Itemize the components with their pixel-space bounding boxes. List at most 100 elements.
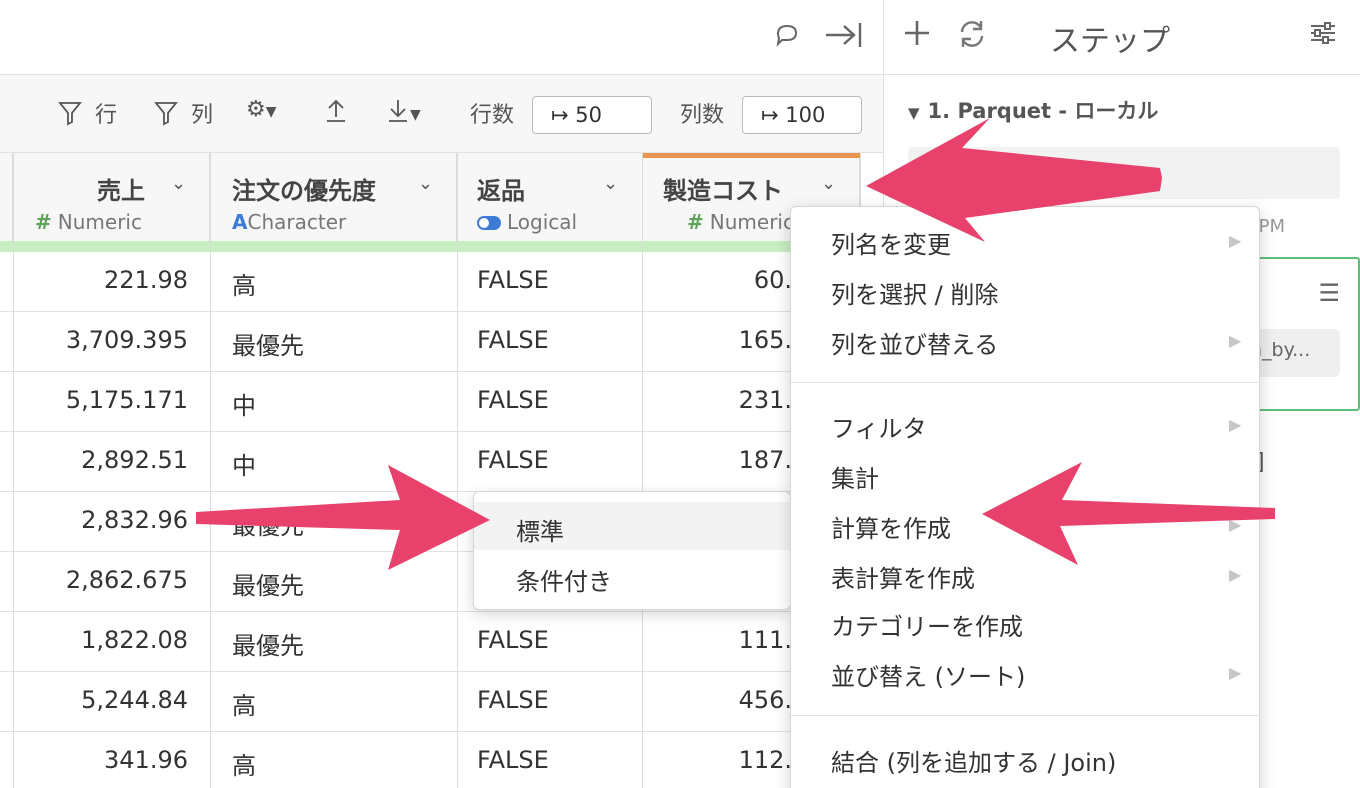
cell-sales: 2,832.96 bbox=[81, 506, 188, 534]
filter-icon bbox=[154, 102, 178, 126]
column-name: 注文の優先度 bbox=[232, 177, 376, 205]
cell-sales: 5,244.84 bbox=[81, 686, 188, 714]
cell-returned: FALSE bbox=[477, 686, 549, 714]
col-filter-button[interactable]: 列 bbox=[154, 97, 213, 129]
cell-cost: 165. bbox=[738, 326, 792, 354]
chevron-down-icon[interactable]: ⌄ bbox=[603, 173, 618, 194]
plus-icon[interactable] bbox=[902, 18, 932, 57]
character-type-icon: A bbox=[232, 210, 248, 234]
cell-returned: FALSE bbox=[477, 266, 549, 294]
cell-priority: 高 bbox=[232, 272, 256, 300]
sliders-icon[interactable] bbox=[1308, 18, 1338, 57]
cell-sales: 2,892.51 bbox=[81, 446, 188, 474]
speech-bubble-icon[interactable] bbox=[772, 20, 802, 58]
refresh-icon[interactable] bbox=[956, 18, 988, 59]
chevron-down-icon[interactable]: ⌄ bbox=[418, 173, 433, 194]
submenu-arrow-icon: ▶ bbox=[1229, 663, 1242, 682]
quality-bar bbox=[0, 241, 860, 252]
step-1-source[interactable]: ...R1.parquet bbox=[908, 147, 1340, 199]
column-header-priority[interactable]: 注文の優先度 ⌄ ACharacter bbox=[210, 153, 457, 241]
rows-input[interactable]: ↦ 50 bbox=[532, 96, 652, 134]
column-divider bbox=[210, 153, 211, 788]
cell-cost: 60. bbox=[753, 266, 792, 294]
row-index-header bbox=[0, 153, 13, 241]
cell-returned: FALSE bbox=[477, 386, 549, 414]
cell-priority: 中 bbox=[232, 392, 256, 420]
gear-icon: ⚙ bbox=[246, 97, 266, 122]
steps-header: ステップ bbox=[884, 0, 1360, 75]
column-divider bbox=[13, 153, 14, 788]
cell-sales: 341.96 bbox=[104, 746, 188, 774]
caret-down-icon: ▼ bbox=[265, 104, 277, 120]
filter-icon bbox=[58, 102, 82, 126]
cell-returned: FALSE bbox=[477, 446, 549, 474]
cell-priority: 最優先 bbox=[232, 632, 304, 660]
cell-sales: 3,709.395 bbox=[65, 326, 188, 354]
submenu-item-standard[interactable]: 標準 bbox=[516, 512, 564, 547]
menu-item[interactable]: カテゴリーを作成 bbox=[831, 607, 1023, 642]
menu-item[interactable]: 結合 (列を追加する / Join) bbox=[831, 743, 1116, 778]
chevron-down-icon[interactable]: ⌄ bbox=[171, 173, 186, 194]
step-1-header[interactable]: ▼ 1. Parquet - ローカル bbox=[908, 95, 1158, 125]
cell-returned: FALSE bbox=[477, 746, 549, 774]
column-type: Numeric bbox=[57, 210, 142, 234]
data-toolbar: 行 列 ⚙▼ ▼ 行数 ↦ 50 列数 ↦ 100 bbox=[0, 75, 883, 153]
menu-item[interactable]: 表計算を作成 bbox=[831, 559, 975, 594]
cell-sales: 221.98 bbox=[104, 266, 188, 294]
col-filter-label: 列 bbox=[191, 103, 214, 128]
cell-cost: 456. bbox=[738, 686, 792, 714]
submenu-item-conditional[interactable]: 条件付き bbox=[516, 562, 612, 597]
top-bar bbox=[0, 0, 883, 75]
menu-item[interactable]: 集計 bbox=[831, 459, 879, 494]
column-name: 売上 bbox=[97, 177, 145, 205]
column-type: Character bbox=[247, 210, 347, 234]
menu-item[interactable]: 並び替え (ソート) bbox=[831, 657, 1025, 692]
cell-returned: FALSE bbox=[477, 626, 549, 654]
menu-item[interactable]: フィルタ bbox=[831, 409, 927, 444]
menu-item[interactable]: 列を並び替える bbox=[831, 325, 998, 360]
cell-priority: 最優先 bbox=[232, 512, 304, 540]
row-filter-button[interactable]: 行 bbox=[58, 97, 117, 129]
cell-cost: 231. bbox=[738, 386, 792, 414]
submenu-arrow-icon: ▶ bbox=[1229, 565, 1242, 584]
cell-cost: 111. bbox=[738, 626, 792, 654]
menu-item[interactable]: 計算を作成 bbox=[831, 509, 951, 544]
column-divider bbox=[642, 153, 643, 788]
step-1-file: ...R1.parquet bbox=[978, 159, 1102, 181]
step-1-title: 1. Parquet - ローカル bbox=[927, 99, 1159, 123]
column-name: 返品 bbox=[477, 177, 525, 205]
cell-priority: 最優先 bbox=[232, 572, 304, 600]
submenu-arrow-icon: ▶ bbox=[1229, 231, 1242, 250]
cols-label: 列数 bbox=[680, 103, 725, 128]
cols-input[interactable]: ↦ 100 bbox=[742, 96, 862, 134]
table-row: 341.96 高 FALSE 112. bbox=[0, 732, 860, 788]
submenu-arrow-icon: ▶ bbox=[1229, 331, 1242, 350]
column-header-returned[interactable]: 返品 ⌄ Logical bbox=[457, 153, 643, 241]
table-row: 3,709.395 最優先 FALSE 165. bbox=[0, 312, 860, 372]
column-header-sales[interactable]: 売上 ⌄ # Numeric bbox=[13, 153, 210, 241]
menu-divider bbox=[791, 382, 1261, 383]
cell-sales: 5,175.171 bbox=[65, 386, 188, 414]
table-row: 5,175.171 中 FALSE 231. bbox=[0, 372, 860, 432]
cell-priority: 最優先 bbox=[232, 332, 304, 360]
column-name: 製造コスト bbox=[663, 177, 783, 205]
menu-item[interactable]: 列名を変更 bbox=[831, 225, 951, 260]
steps-title: ステップ bbox=[1050, 24, 1170, 59]
rows-label: 行数 bbox=[470, 103, 515, 128]
download-dropdown[interactable]: ▼ bbox=[386, 97, 421, 125]
column-type: Logical bbox=[507, 210, 578, 234]
collapse-right-icon[interactable] bbox=[822, 20, 864, 58]
submenu-arrow-icon: ▶ bbox=[1229, 415, 1242, 434]
menu-item[interactable]: 列を選択 / 削除 bbox=[831, 275, 998, 310]
toggle-type-icon bbox=[477, 216, 501, 230]
cell-priority: 中 bbox=[232, 452, 256, 480]
table-row: 221.98 高 FALSE 60. bbox=[0, 252, 860, 312]
chevron-down-icon[interactable]: ⌄ bbox=[821, 173, 836, 194]
upload-icon[interactable] bbox=[324, 97, 348, 129]
column-context-menu: 列名を変更 ▶ 列を選択 / 削除 列を並び替える ▶ フィルタ ▶ 集計計算を作成 ▶ 表計算を… bbox=[790, 206, 1261, 788]
table-row: 2,892.51 中 FALSE 187. bbox=[0, 432, 860, 492]
numeric-type-icon: # bbox=[687, 210, 704, 234]
settings-dropdown[interactable]: ⚙▼ bbox=[246, 97, 277, 122]
column-divider bbox=[457, 153, 458, 788]
hamburger-icon[interactable]: ☰ bbox=[1318, 279, 1340, 307]
